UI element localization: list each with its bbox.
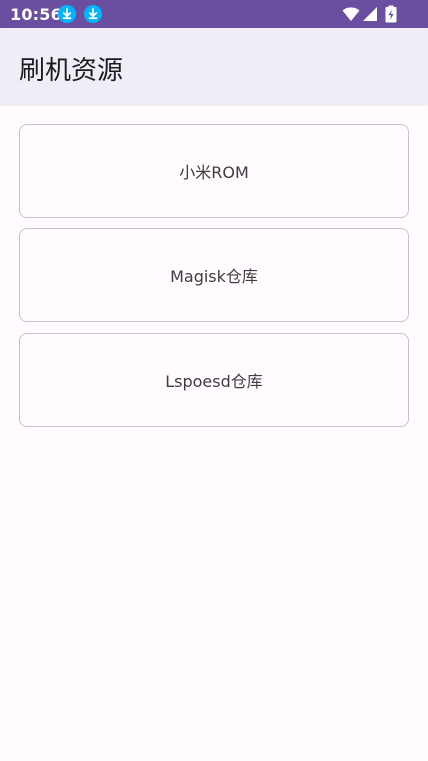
card-xiaomi-rom[interactable]: 小米ROM xyxy=(19,124,409,218)
signal-icon xyxy=(362,5,378,27)
card-label: 小米ROM xyxy=(179,163,249,182)
app-bar: 刷机资源 xyxy=(0,28,428,104)
card-label: Lspoesd仓库 xyxy=(165,372,263,391)
download-icon xyxy=(84,5,102,23)
card-magisk-repo[interactable]: Magisk仓库 xyxy=(19,228,409,322)
battery-charging-icon xyxy=(385,5,397,27)
card-label: Magisk仓库 xyxy=(170,267,258,286)
wifi-icon xyxy=(342,5,360,27)
card-lsposed-repo[interactable]: Lspoesd仓库 xyxy=(19,333,409,427)
status-bar: 10:56 xyxy=(0,0,428,28)
status-time: 10:56 xyxy=(10,5,62,24)
page-title: 刷机资源 xyxy=(19,56,124,86)
download-icon xyxy=(58,5,76,23)
